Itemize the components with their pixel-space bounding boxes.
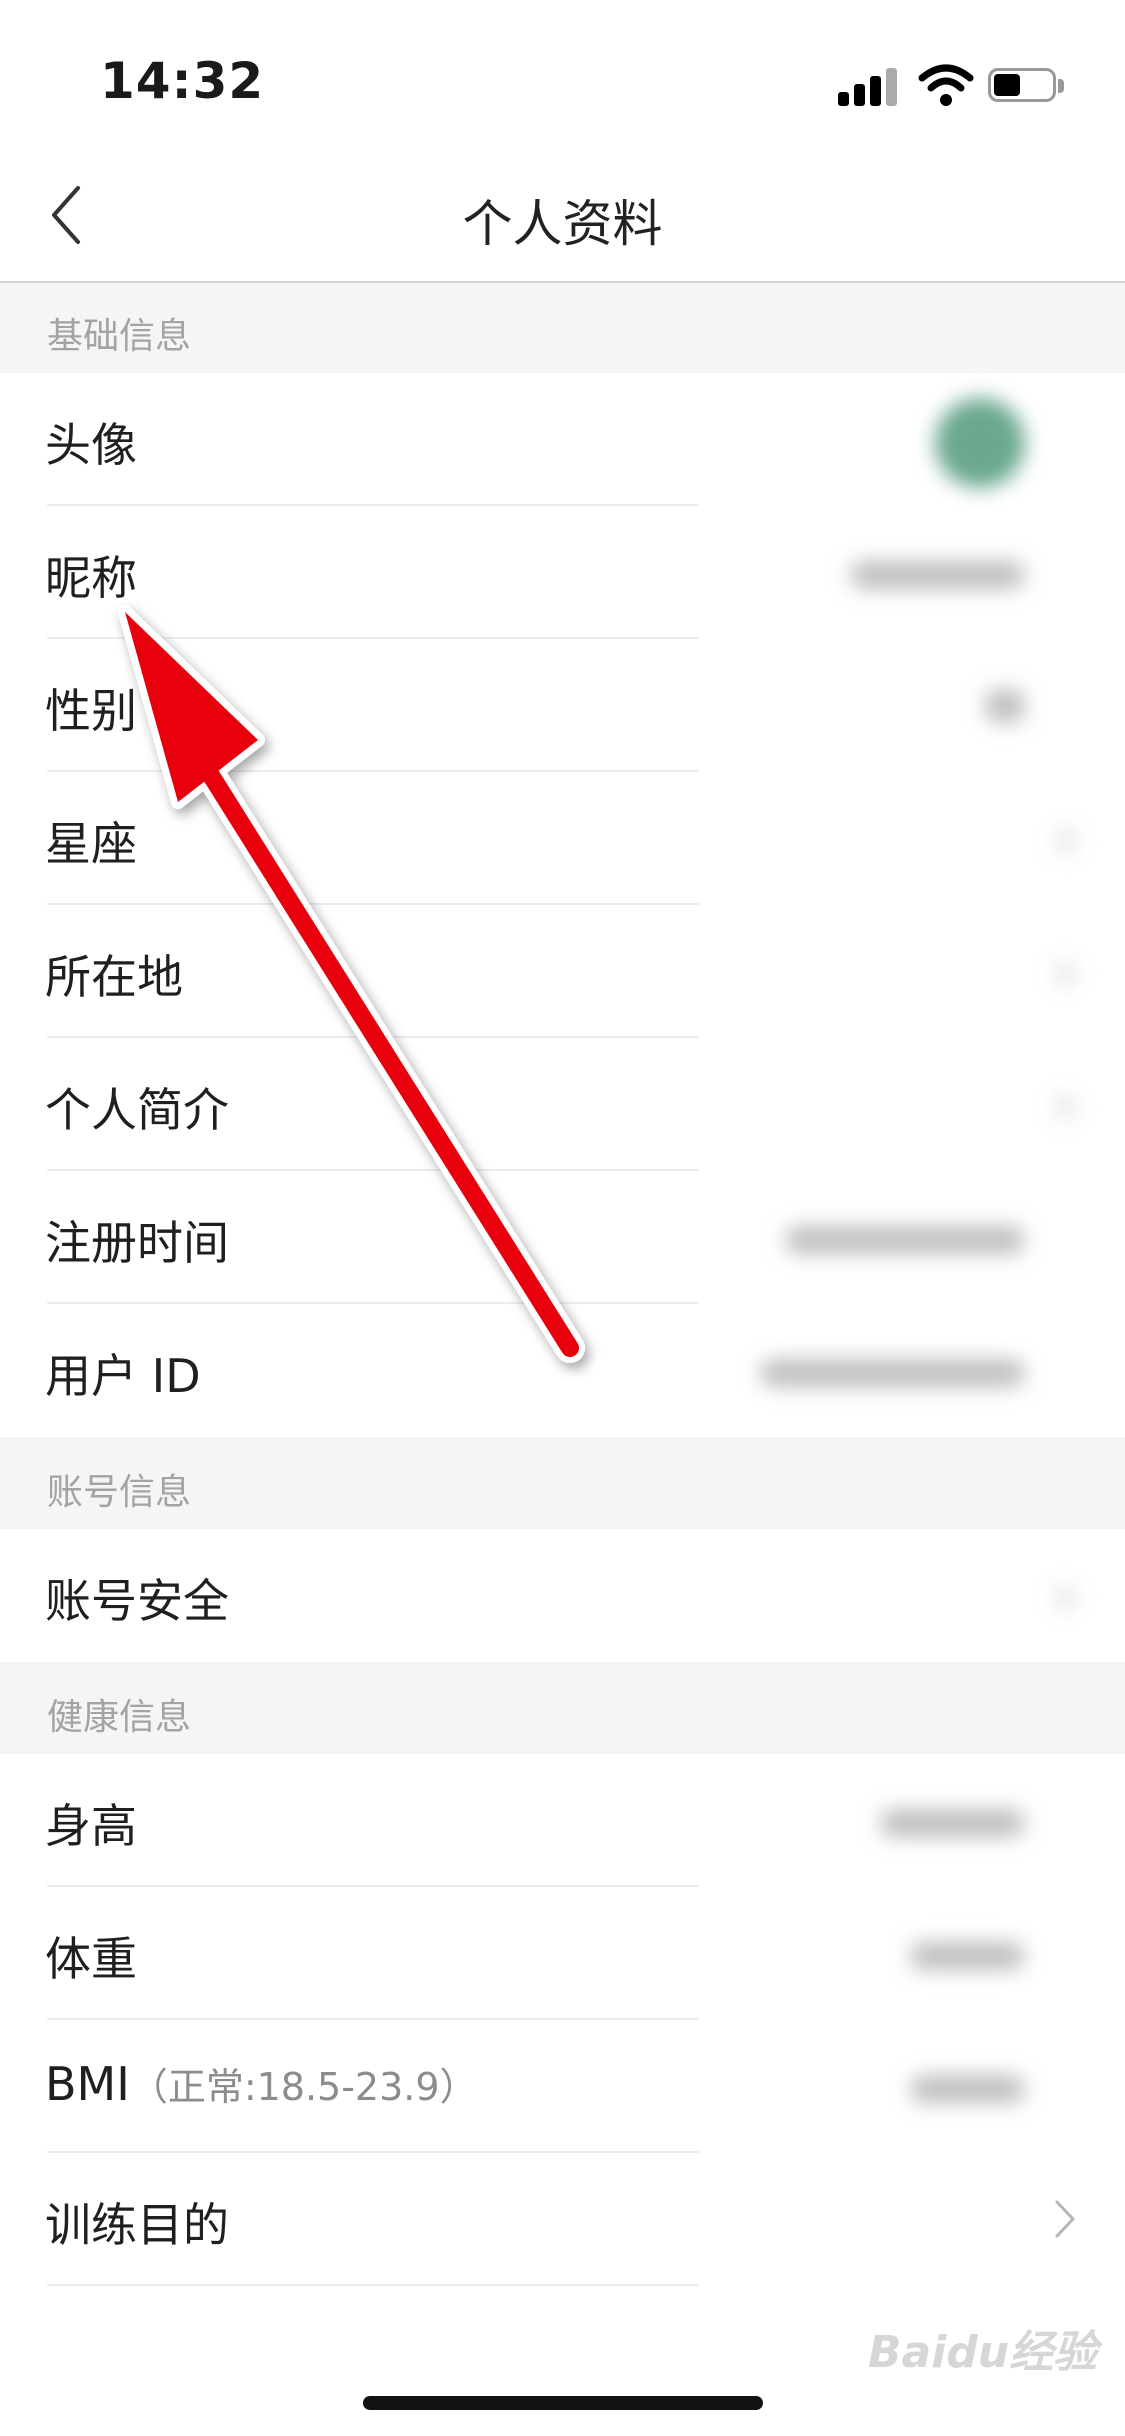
row-label: 性别 xyxy=(45,684,137,738)
row-location[interactable]: 所在地 xyxy=(0,905,1125,1038)
blurred-value xyxy=(1055,1093,1075,1121)
row-label: BMI（正常:18.5-23.9） xyxy=(45,2056,478,2111)
section-header-health: 健康信息 xyxy=(0,1662,1125,1754)
section-header-account: 账号信息 xyxy=(0,1437,1125,1529)
row-label: 账号安全 xyxy=(45,1574,229,1628)
watermark: Baidu经验 xyxy=(868,2327,1098,2378)
section-label: 健康信息 xyxy=(47,1697,192,1738)
row-label: 用户 ID xyxy=(45,1349,201,1403)
row-label: 注册时间 xyxy=(45,1216,229,1270)
row-register-time[interactable]: 注册时间 xyxy=(0,1171,1125,1304)
row-nickname[interactable]: 昵称 xyxy=(0,506,1125,639)
avatar xyxy=(935,398,1025,488)
row-label: 训练目的 xyxy=(45,2198,229,2252)
blurred-value xyxy=(1055,1584,1075,1612)
row-height[interactable]: 身高 xyxy=(0,1754,1125,1887)
blurred-value xyxy=(760,1359,1025,1387)
row-training-goal[interactable]: 训练目的 xyxy=(0,2153,1125,2286)
row-label: 昵称 xyxy=(45,551,137,605)
blurred-value xyxy=(1055,827,1075,855)
row-account-security[interactable]: 账号安全 xyxy=(0,1529,1125,1662)
blurred-value xyxy=(785,1226,1025,1254)
blurred-value xyxy=(880,1809,1025,1837)
page-title: 个人资料 xyxy=(462,195,663,253)
row-label: 头像 xyxy=(45,418,137,472)
section-header-basic: 基础信息 xyxy=(0,283,1125,373)
row-bmi[interactable]: BMI（正常:18.5-23.9） xyxy=(0,2020,1125,2153)
bmi-hint: （正常:18.5-23.9） xyxy=(129,2065,478,2109)
cellular-signal-icon xyxy=(838,66,900,106)
row-gender[interactable]: 性别 xyxy=(0,639,1125,772)
blurred-value xyxy=(910,2075,1025,2103)
blurred-value xyxy=(985,689,1025,723)
navigation-bar: 个人资料 xyxy=(0,150,1125,283)
status-time: 14:32 xyxy=(100,52,265,110)
row-bio[interactable]: 个人简介 xyxy=(0,1038,1125,1171)
blurred-value xyxy=(850,561,1025,589)
row-label: 所在地 xyxy=(45,950,183,1004)
home-indicator xyxy=(363,2396,763,2410)
row-user-id[interactable]: 用户 ID xyxy=(0,1304,1125,1437)
row-weight[interactable]: 体重 xyxy=(0,1887,1125,2020)
row-label: 身高 xyxy=(45,1799,137,1853)
status-bar: 14:32 xyxy=(0,0,1125,150)
row-label: 体重 xyxy=(45,1932,137,1986)
row-label: 星座 xyxy=(45,817,137,871)
section-label: 账号信息 xyxy=(47,1472,192,1513)
blurred-value xyxy=(1055,960,1075,988)
row-label: 个人简介 xyxy=(45,1083,229,1137)
blurred-value xyxy=(910,1942,1025,1970)
battery-icon xyxy=(988,68,1066,106)
bmi-label: BMI xyxy=(45,2057,130,2111)
row-constellation[interactable]: 星座 xyxy=(0,772,1125,905)
chevron-right-icon xyxy=(1055,2200,1075,2238)
row-avatar[interactable]: 头像 xyxy=(0,373,1125,506)
wifi-icon xyxy=(918,64,974,106)
section-label: 基础信息 xyxy=(47,316,192,357)
